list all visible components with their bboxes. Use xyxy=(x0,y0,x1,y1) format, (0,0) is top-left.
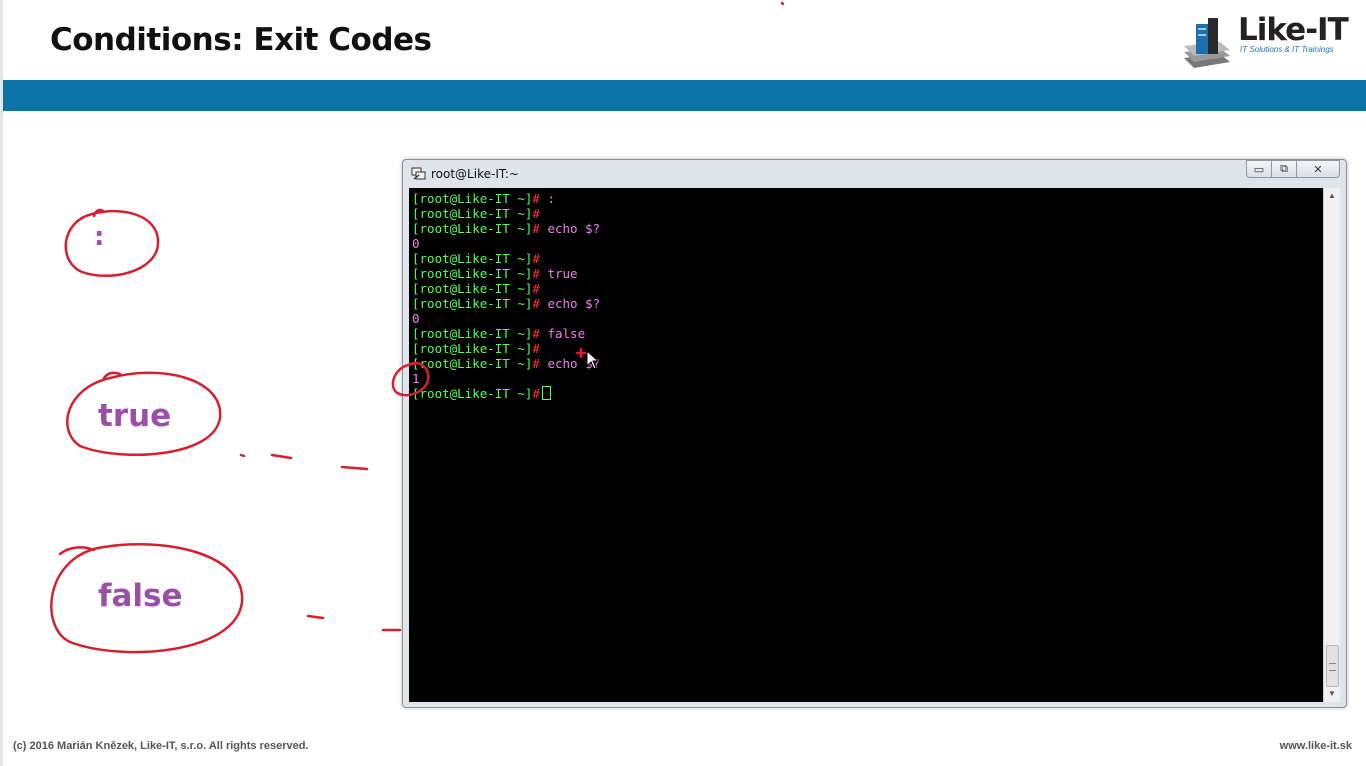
terminal-line: [root@Like-IT ~]# xyxy=(412,281,600,296)
annotation-dot xyxy=(780,1,785,6)
terminal-line: [root@Like-IT ~]# echo $? xyxy=(412,356,600,371)
prompt-hash: # xyxy=(532,356,540,371)
shell-prompt: [root@Like-IT ~] xyxy=(412,206,533,221)
shell-prompt: [root@Like-IT ~] xyxy=(412,386,533,401)
window-title: root@Like-IT:~ xyxy=(431,167,519,181)
command-text: false xyxy=(539,326,586,341)
server-stack-icon xyxy=(1184,18,1230,68)
terminal-line: [root@Like-IT ~]# xyxy=(412,386,600,401)
page-title: Conditions: Exit Codes xyxy=(50,22,432,58)
window-titlebar[interactable]: root@Like-IT:~ ▭ ⧉ ✕ xyxy=(403,160,1346,188)
command-output: 0 xyxy=(412,236,420,251)
window-controls: ▭ ⧉ ✕ xyxy=(1246,160,1340,180)
text-cursor xyxy=(541,386,551,400)
prompt-hash: # xyxy=(532,326,540,341)
scroll-down-arrow-icon[interactable]: ▼ xyxy=(1324,686,1340,702)
command-text: echo $? xyxy=(539,221,601,236)
command-text: : xyxy=(539,191,556,206)
mouse-pointer-icon xyxy=(586,350,600,370)
minimize-button[interactable]: ▭ xyxy=(1246,160,1272,178)
terminal-line: [root@Like-IT ~]# xyxy=(412,251,600,266)
terminal-output: [root@Like-IT ~]# : [root@Like-IT ~]# [roo… xyxy=(412,191,600,401)
label-colon: : xyxy=(94,222,105,252)
scrollbar-thumb[interactable] xyxy=(1326,645,1339,687)
terminal-line: 0 xyxy=(412,236,600,251)
shell-prompt: [root@Like-IT ~] xyxy=(412,221,533,236)
maximize-button[interactable]: ⧉ xyxy=(1271,160,1297,178)
command-output: 1 xyxy=(412,371,420,386)
terminal-line: [root@Like-IT ~]# echo $? xyxy=(412,296,600,311)
prompt-hash: # xyxy=(532,386,540,401)
shell-prompt: [root@Like-IT ~] xyxy=(412,341,533,356)
logo-tagline: IT Solutions & IT Trainings xyxy=(1240,45,1334,54)
grip-icon xyxy=(1329,663,1336,671)
terminal-console[interactable]: [root@Like-IT ~]# : [root@Like-IT ~]# [roo… xyxy=(409,188,1325,702)
terminal-line: [root@Like-IT ~]# xyxy=(412,341,600,356)
terminal-window[interactable]: root@Like-IT:~ ▭ ⧉ ✕ [root@Like-IT ~]# :… xyxy=(402,159,1347,708)
close-button[interactable]: ✕ xyxy=(1296,160,1340,178)
shell-prompt: [root@Like-IT ~] xyxy=(412,191,533,206)
annotation-dash xyxy=(306,614,325,620)
putty-icon xyxy=(411,167,426,180)
label-false: false xyxy=(98,578,183,614)
shell-prompt: [root@Like-IT ~] xyxy=(412,266,533,281)
terminal-line: [root@Like-IT ~]# false xyxy=(412,326,600,341)
shell-prompt: [root@Like-IT ~] xyxy=(412,296,533,311)
annotation-dash xyxy=(270,453,293,460)
terminal-line: [root@Like-IT ~]# echo $? xyxy=(412,221,600,236)
header-bar xyxy=(3,80,1366,111)
shell-prompt: [root@Like-IT ~] xyxy=(412,251,533,266)
scroll-up-arrow-icon[interactable]: ▲ xyxy=(1324,188,1340,204)
prompt-hash: # xyxy=(532,281,540,296)
terminal-line: [root@Like-IT ~]# : xyxy=(412,191,600,206)
terminal-line: [root@Like-IT ~]# true xyxy=(412,266,600,281)
shell-prompt: [root@Like-IT ~] xyxy=(412,326,533,341)
shell-prompt: [root@Like-IT ~] xyxy=(412,281,533,296)
annotation-dash xyxy=(239,453,246,458)
prompt-hash: # xyxy=(532,296,540,311)
annotation-circle-colon xyxy=(64,208,160,278)
terminal-line: [root@Like-IT ~]# xyxy=(412,206,600,221)
footer-copyright: (c) 2016 Marián Knězek, Like-IT, s.r.o. … xyxy=(13,740,309,752)
like-it-logo: Like-IT IT Solutions & IT Trainings xyxy=(1180,10,1360,72)
prompt-hash: # xyxy=(532,251,540,266)
slide-edge xyxy=(0,0,3,766)
vertical-scrollbar[interactable]: ▲ ▼ xyxy=(1323,188,1340,702)
command-text: true xyxy=(539,266,578,281)
label-true: true xyxy=(98,398,172,434)
logo-name: Like-IT xyxy=(1238,12,1349,48)
prompt-hash: # xyxy=(532,341,540,356)
shell-prompt: [root@Like-IT ~] xyxy=(412,356,533,371)
prompt-hash: # xyxy=(532,206,540,221)
prompt-hash: # xyxy=(532,191,540,206)
prompt-hash: # xyxy=(532,221,540,236)
footer-website: www.like-it.sk xyxy=(1279,740,1352,752)
annotation-dash xyxy=(340,465,369,471)
prompt-hash: # xyxy=(532,266,540,281)
command-output: 0 xyxy=(412,311,420,326)
terminal-line: 0 xyxy=(412,311,600,326)
command-text: echo $? xyxy=(539,296,601,311)
terminal-line: 1 xyxy=(412,371,600,386)
